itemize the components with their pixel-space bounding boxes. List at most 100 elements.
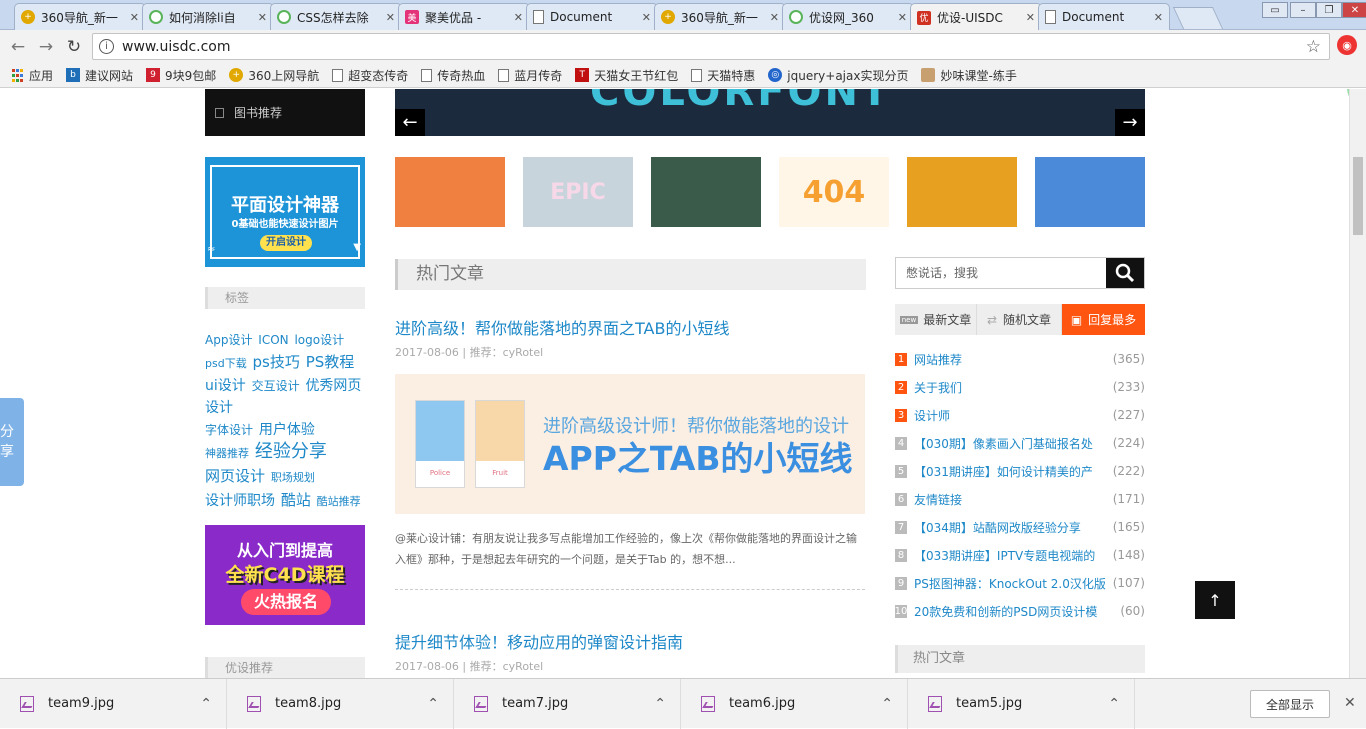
url-text[interactable]: www.uisdc.com [122,39,231,55]
tag-link[interactable]: 字体设计 [205,423,253,437]
download-item[interactable]: team9.jpg ⌃ [0,678,227,729]
tag-link[interactable]: 设计师职场 [205,493,275,509]
design-tool-ad[interactable]: 平面设计神器 0基础也能快速设计图片 开启设计 ▼ ≈ [205,157,365,267]
browser-tab[interactable]: 优设网_360 ✕ [782,3,914,30]
back-icon[interactable]: ← [4,37,32,57]
article-title[interactable]: 提升细节体验！移动应用的弹窗设计指南 [395,629,683,653]
list-item-title[interactable]: 【034期】站酷网改版经验分享 [914,519,1109,536]
browser-tab[interactable]: Document ✕ [1038,3,1170,30]
tag-link[interactable]: ICON [258,333,288,347]
list-item[interactable]: 8 【033期讲座】IPTV专题电视端的 (148) [895,541,1145,569]
tag-link[interactable]: 酷站推荐 [317,495,361,508]
list-item[interactable]: 4 【030期】像素画入门基础报名处 (224) [895,429,1145,457]
bookmark-item[interactable]: T 天猫女王节红包 [575,67,678,84]
prev-arrow-icon[interactable]: ← [395,109,425,136]
close-tab-icon[interactable]: ✕ [130,11,139,24]
forward-icon[interactable]: → [32,37,60,57]
tag-link[interactable]: 交互设计 [252,379,300,393]
scrollbar-thumb[interactable] [1353,157,1363,235]
thumbnail[interactable]: 404 [779,157,889,227]
hero-banner[interactable]: COLORFONT ← → [395,89,1145,136]
browser-tab[interactable]: +360导航_新一 ✕ [14,3,146,30]
close-tab-icon[interactable]: ✕ [770,11,779,24]
list-item-title[interactable]: 设计师 [914,407,1109,424]
list-item-title[interactable]: 关于我们 [914,379,1109,396]
bookmark-item[interactable]: ◎ jquery+ajax实现分页 [768,67,908,84]
bookmark-item[interactable]: 蓝月传奇 [498,67,562,84]
chevron-up-icon[interactable]: ⌃ [881,696,893,712]
bookmark-apps[interactable]: 应用 [10,67,53,84]
chevron-up-icon[interactable]: ⌃ [654,696,666,712]
tab-latest[interactable]: new 最新文章 [895,304,977,335]
browser-tab[interactable]: Document ✕ [526,3,658,30]
browser-tab[interactable]: CSS怎样去除 ✕ [270,3,402,30]
tag-link[interactable]: 神器推荐 [205,447,249,460]
list-item[interactable]: 6 友情链接 (171) [895,485,1145,513]
list-item-title[interactable]: 【031期讲座】如何设计精美的产 [914,463,1109,480]
close-tab-icon[interactable]: ✕ [898,11,907,24]
tag-link[interactable]: 酷站 [281,491,311,509]
list-item[interactable]: 3 设计师 (227) [895,401,1145,429]
share-button[interactable]: 分享 [0,398,24,486]
minimize-button[interactable]: – [1290,2,1316,18]
browser-tab[interactable]: +360导航_新一 ✕ [654,3,786,30]
bookmark-item[interactable]: 传奇热血 [421,67,485,84]
thumbnail[interactable] [395,157,505,227]
chevron-up-icon[interactable]: ⌃ [427,696,439,712]
tag-link[interactable]: ui设计 [205,378,246,394]
close-tab-icon[interactable]: ✕ [1154,11,1163,24]
tag-link[interactable]: psd下载 [205,357,247,370]
browser-tab[interactable]: 美聚美优品 - ✕ [398,3,530,30]
browser-tab-active[interactable]: 优优设-UISDC ✕ [910,3,1042,31]
tag-link[interactable]: 用户体验 [259,422,315,438]
reload-icon[interactable]: ↻ [60,37,88,57]
download-item[interactable]: team6.jpg ⌃ [681,678,908,729]
restore-button[interactable]: ❐ [1316,2,1342,18]
list-item-title[interactable]: 友情链接 [914,491,1109,508]
close-tab-icon[interactable]: ✕ [514,11,523,24]
close-tab-icon[interactable]: ✕ [1026,11,1035,24]
chevron-up-icon[interactable]: ⌃ [200,696,212,712]
chevron-up-icon[interactable]: ⌃ [1108,696,1120,712]
close-window-button[interactable]: ✕ [1342,2,1366,18]
list-item-title[interactable]: 【033期讲座】IPTV专题电视端的 [914,547,1109,564]
list-item[interactable]: 5 【031期讲座】如何设计精美的产 (222) [895,457,1145,485]
list-item[interactable]: 9 PS抠图神器：KnockOut 2.0汉化版 (107) [895,569,1145,597]
close-tab-icon[interactable]: ✕ [258,11,267,24]
thumbnail[interactable] [1035,157,1145,227]
list-item-title[interactable]: PS抠图神器：KnockOut 2.0汉化版 [914,575,1109,592]
list-item[interactable]: 10 20款免费和创新的PSD网页设计模 (60) [895,597,1145,625]
new-tab-button[interactable] [1172,7,1224,29]
search-input[interactable]: 憋说话，搜我 [896,258,1106,288]
close-tab-icon[interactable]: ✕ [642,11,651,24]
tag-link[interactable]: App设计 [205,333,252,347]
tag-link[interactable]: ps技巧 [253,353,300,371]
scrollbar[interactable] [1349,89,1366,678]
list-item[interactable]: 7 【034期】站酷网改版经验分享 (165) [895,513,1145,541]
c4d-course-ad[interactable]: 从入门到提高 全新C4D课程 火热报名 [205,525,365,625]
back-to-top-button[interactable]: ↑ [1195,581,1235,619]
bookmark-item[interactable]: +360上网导航 [229,67,319,84]
bookmark-item[interactable]: 天猫特惠 [691,67,755,84]
tab-random[interactable]: ⇄ 随机文章 [977,304,1062,335]
download-item[interactable]: team7.jpg ⌃ [454,678,681,729]
close-tab-icon[interactable]: ✕ [386,11,395,24]
address-input[interactable]: i www.uisdc.com ☆ [92,33,1330,60]
next-arrow-icon[interactable]: → [1115,109,1145,136]
bookmark-item[interactable]: 超变态传奇 [332,67,408,84]
show-all-button[interactable]: 全部显示 [1250,690,1330,718]
close-icon[interactable]: ✕ [1344,695,1356,711]
adblock-icon[interactable]: ◉ [1337,35,1357,55]
tab-most-replied[interactable]: ▣ 回复最多 [1062,304,1145,335]
search-button[interactable] [1106,258,1144,288]
article-title[interactable]: 进阶高级！帮你做能落地的界面之TAB的小短线 [395,315,729,339]
list-item[interactable]: 2 关于我们 (233) [895,373,1145,401]
thumbnail[interactable] [907,157,1017,227]
tag-link[interactable]: 经验分享 [255,441,327,462]
tag-link[interactable]: PS教程 [306,353,355,371]
bookmark-star-icon[interactable]: ☆ [1306,37,1321,57]
article-image[interactable]: Police Fruit 进阶高级设计师！帮你做能落地的设计 APP之TAB的小… [395,374,865,514]
browser-tab[interactable]: 如何消除li自 ✕ [142,3,274,30]
download-item[interactable]: team8.jpg ⌃ [227,678,454,729]
thumbnail[interactable]: EPIC [523,157,633,227]
